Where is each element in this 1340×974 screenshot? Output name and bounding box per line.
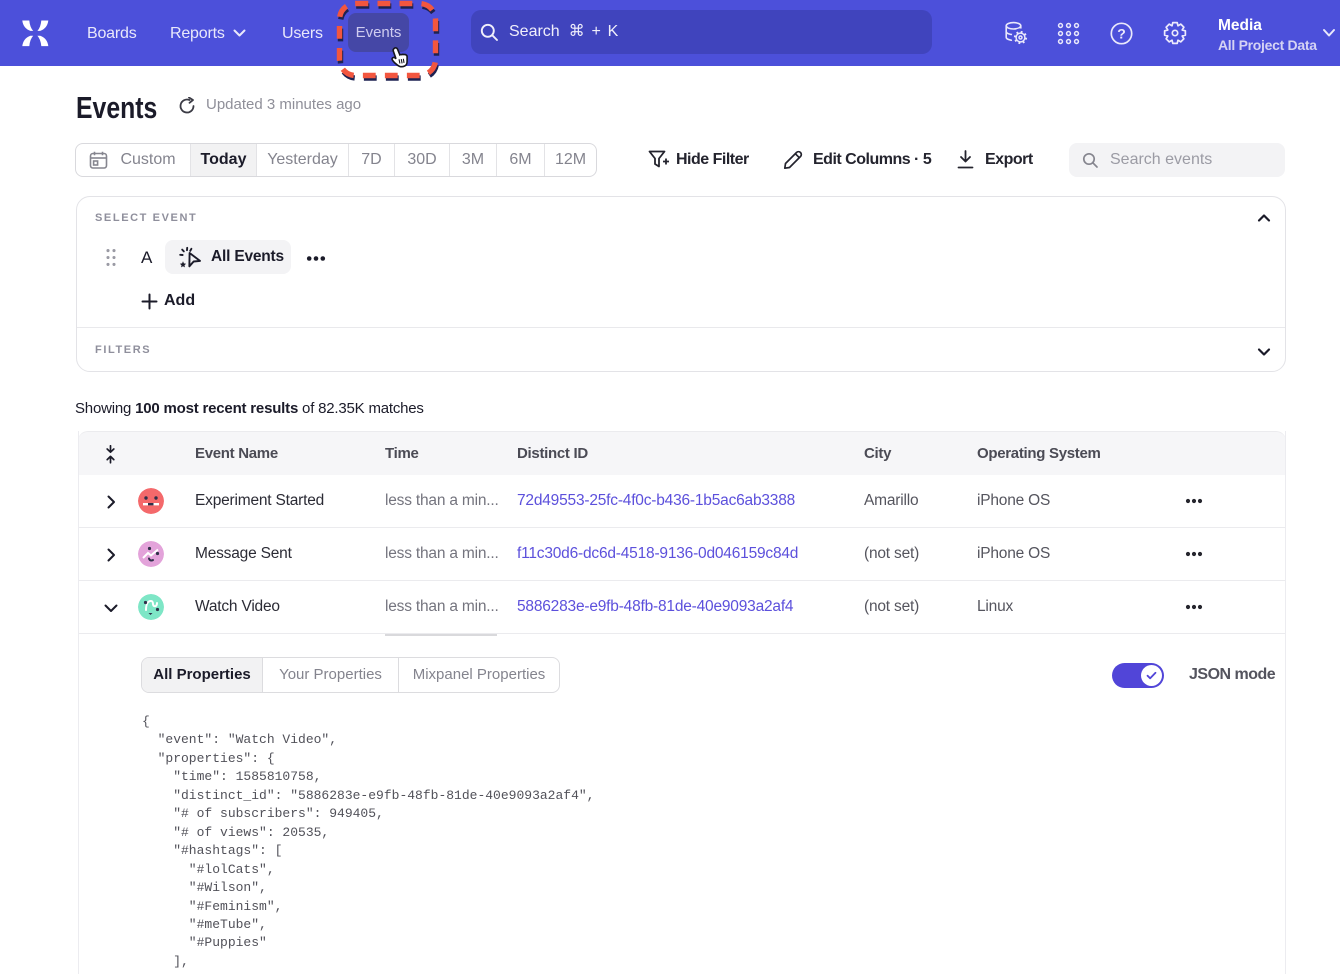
svg-text:?: ? <box>1117 26 1126 42</box>
